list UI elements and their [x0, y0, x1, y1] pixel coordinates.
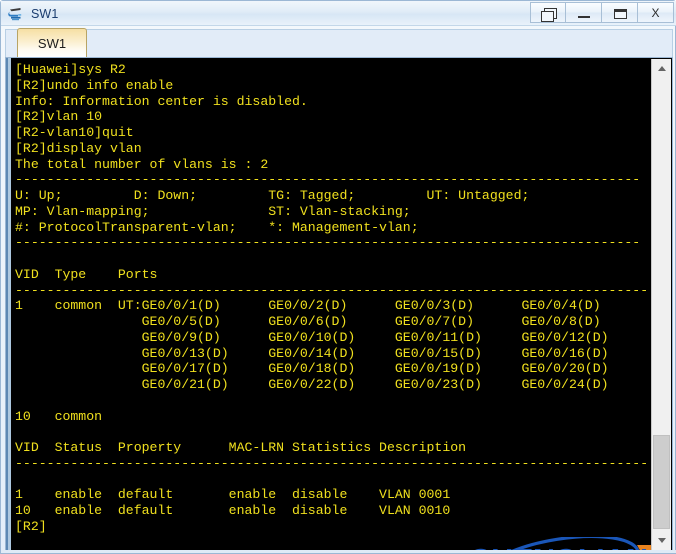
maximize-icon	[614, 9, 627, 19]
tab-label: SW1	[37, 35, 67, 51]
application-window: SW1 X SW1 [Huawei]sys R2 [R2]undo info e…	[0, 0, 676, 554]
chevron-up-icon	[657, 66, 666, 71]
tab-sw1[interactable]: SW1	[17, 28, 87, 57]
chenglian-watermark-logo: CHENGLIAN 十堰诚联	[461, 534, 651, 550]
window-status-strip	[1, 550, 676, 553]
close-icon: X	[651, 5, 660, 20]
title-bar: SW1 X	[1, 1, 676, 26]
terminal-output: [Huawei]sys R2 [R2]undo info enable Info…	[15, 62, 649, 534]
terminal-screen[interactable]: [Huawei]sys R2 [R2]undo info enable Info…	[13, 59, 651, 550]
chevron-down-icon	[657, 538, 666, 543]
title-bar-left: SW1	[7, 3, 58, 24]
scrollbar-down-button[interactable]	[652, 531, 671, 550]
window-controls: X	[530, 2, 674, 24]
minimize-button[interactable]	[566, 2, 602, 23]
window-title: SW1	[31, 6, 59, 21]
switch-device-icon	[7, 5, 25, 23]
tab-strip: SW1	[5, 26, 673, 57]
scrollbar-up-button[interactable]	[652, 59, 671, 78]
maximize-button[interactable]	[602, 2, 638, 23]
tab-strip-background	[5, 29, 673, 57]
restore-button[interactable]	[530, 2, 566, 23]
terminal-panel: [Huawei]sys R2 [R2]undo info enable Info…	[5, 57, 673, 552]
close-button[interactable]: X	[638, 2, 674, 23]
terminal-scrollbar[interactable]	[651, 59, 671, 550]
minimize-icon	[578, 16, 590, 18]
scrollbar-thumb[interactable]	[653, 435, 670, 529]
